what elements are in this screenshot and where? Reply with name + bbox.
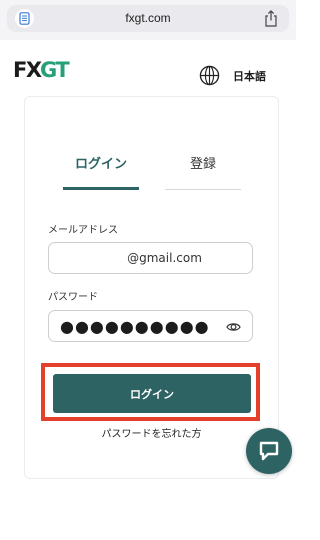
email-label: メールアドレス: [48, 225, 118, 236]
password-field[interactable]: ●●●●●●●●●●: [48, 310, 253, 342]
password-value[interactable]: ●●●●●●●●●●: [60, 317, 210, 336]
url-text[interactable]: fxgt.com: [7, 11, 289, 25]
forgot-password-link[interactable]: パスワードを忘れた方: [25, 425, 278, 440]
auth-tabs: ログイン 登録: [63, 156, 241, 190]
chat-bubble-icon: [259, 441, 279, 461]
login-button[interactable]: ログイン: [53, 374, 251, 413]
language-label[interactable]: 日本語: [233, 68, 266, 84]
svg-text:GT: GT: [40, 58, 70, 82]
globe-icon: [199, 65, 220, 86]
browser-toolbar: fxgt.com: [0, 0, 296, 40]
tab-register[interactable]: 登録: [165, 156, 241, 190]
address-bar[interactable]: fxgt.com: [7, 5, 289, 32]
svg-text:FX: FX: [13, 58, 42, 82]
password-label: パスワード: [48, 292, 98, 303]
login-card: ログイン 登録 メールアドレス @gmail.com パスワード ●●●●●●●…: [24, 96, 279, 479]
fxgt-logo[interactable]: FX GT: [13, 57, 71, 83]
email-field[interactable]: @gmail.com: [48, 242, 253, 274]
chat-button[interactable]: [246, 428, 292, 474]
login-button-highlight: ログイン: [41, 363, 260, 421]
email-value[interactable]: @gmail.com: [49, 251, 252, 265]
eye-icon[interactable]: [226, 320, 241, 334]
share-icon[interactable]: [263, 10, 279, 27]
tab-login[interactable]: ログイン: [63, 156, 139, 190]
language-selector[interactable]: 日本語: [199, 65, 266, 86]
